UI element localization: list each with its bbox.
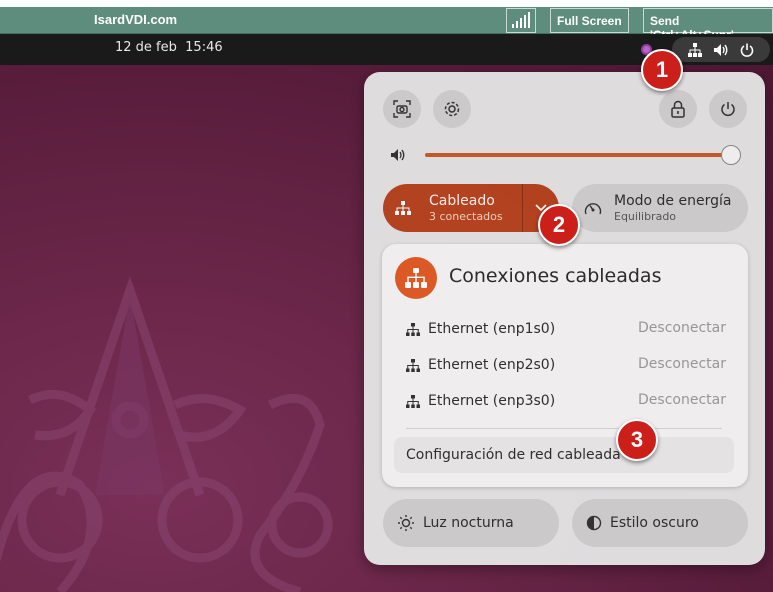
settings-button[interactable]	[433, 90, 471, 128]
night-light-icon	[398, 515, 414, 531]
network-wired-icon	[395, 257, 437, 299]
power-icon	[741, 43, 754, 57]
send-ctrl-alt-supr-button[interactable]: Send 'Ctrl+Alt+Supr'	[643, 8, 773, 42]
quick-settings-panel: Cableado 3 conectados Modo de energía Eq…	[364, 72, 765, 565]
volume-icon	[713, 43, 728, 56]
power-mode-title: Modo de energía	[614, 192, 732, 209]
wired-title: Cableado	[429, 192, 495, 209]
network-wired-icon	[687, 42, 702, 57]
connection-signal-icon[interactable]	[506, 8, 536, 33]
wired-connections-menu: Conexiones cableadas Ethernet (enp1s0) D…	[382, 244, 748, 487]
network-wired-icon	[395, 201, 411, 215]
ethernet-connection-item[interactable]: Ethernet (enp3s0) Desconectar	[406, 391, 726, 411]
menu-divider	[406, 428, 722, 429]
isard-top-strip	[0, 0, 773, 7]
power-off-button[interactable]	[709, 90, 747, 128]
ethernet-connection-item[interactable]: Ethernet (enp2s0) Desconectar	[406, 355, 726, 375]
volume-handle[interactable]	[721, 145, 741, 165]
full-screen-button[interactable]: Full Screen	[550, 8, 629, 33]
callout-badge-2: 2	[538, 204, 580, 246]
volume-track[interactable]	[425, 153, 731, 157]
wired-toggle-main[interactable]: Cableado 3 conectados	[383, 184, 522, 232]
disconnect-button[interactable]: Desconectar	[638, 392, 726, 408]
ethernet-name: Ethernet (enp1s0)	[428, 321, 556, 337]
wired-connections-title: Conexiones cableadas	[449, 265, 662, 287]
power-mode-toggle[interactable]: Modo de energía Equilibrado	[572, 184, 748, 232]
system-menu-button[interactable]	[672, 37, 770, 62]
dark-mode-icon	[586, 515, 602, 531]
isardvdi-toolbar: IsardVDI.com Full Screen Send 'Ctrl+Alt+…	[0, 7, 773, 42]
lock-icon	[671, 100, 685, 118]
date-label: 12 de feb	[115, 40, 177, 55]
lock-screen-button[interactable]	[659, 90, 697, 128]
speedometer-icon	[584, 203, 602, 215]
network-wired-icon	[406, 358, 420, 372]
network-wired-icon	[406, 394, 420, 408]
night-light-label: Luz nocturna	[423, 515, 514, 531]
screenshot-button[interactable]	[383, 90, 421, 128]
ethernet-name: Ethernet (enp3s0)	[428, 393, 556, 409]
ethernet-name: Ethernet (enp2s0)	[428, 357, 556, 373]
disconnect-button[interactable]: Desconectar	[638, 320, 726, 336]
network-wired-icon	[406, 322, 420, 336]
date-time-menu[interactable]: 12 de feb 15:46	[115, 40, 223, 55]
dark-style-label: Estilo oscuro	[610, 515, 699, 531]
isardvdi-logo: IsardVDI.com	[94, 12, 178, 27]
callout-badge-1: 1	[641, 49, 683, 91]
volume-icon	[391, 149, 405, 161]
power-icon	[721, 102, 735, 117]
ethernet-connection-item[interactable]: Ethernet (enp1s0) Desconectar	[406, 319, 726, 339]
wired-toggle[interactable]: Cableado 3 conectados	[383, 184, 559, 232]
disconnect-button[interactable]: Desconectar	[638, 356, 726, 372]
volume-slider[interactable]	[390, 145, 741, 165]
time-label: 15:46	[185, 40, 223, 55]
wired-subtitle: 3 conectados	[429, 209, 503, 223]
wired-settings-button[interactable]: Configuración de red cableada	[394, 437, 734, 473]
gear-icon	[444, 101, 460, 117]
callout-badge-3: 3	[616, 419, 658, 461]
screenshot-icon	[393, 100, 411, 118]
dark-style-toggle[interactable]: Estilo oscuro	[572, 499, 748, 547]
night-light-toggle[interactable]: Luz nocturna	[383, 499, 559, 547]
power-mode-subtitle: Equilibrado	[614, 209, 677, 223]
